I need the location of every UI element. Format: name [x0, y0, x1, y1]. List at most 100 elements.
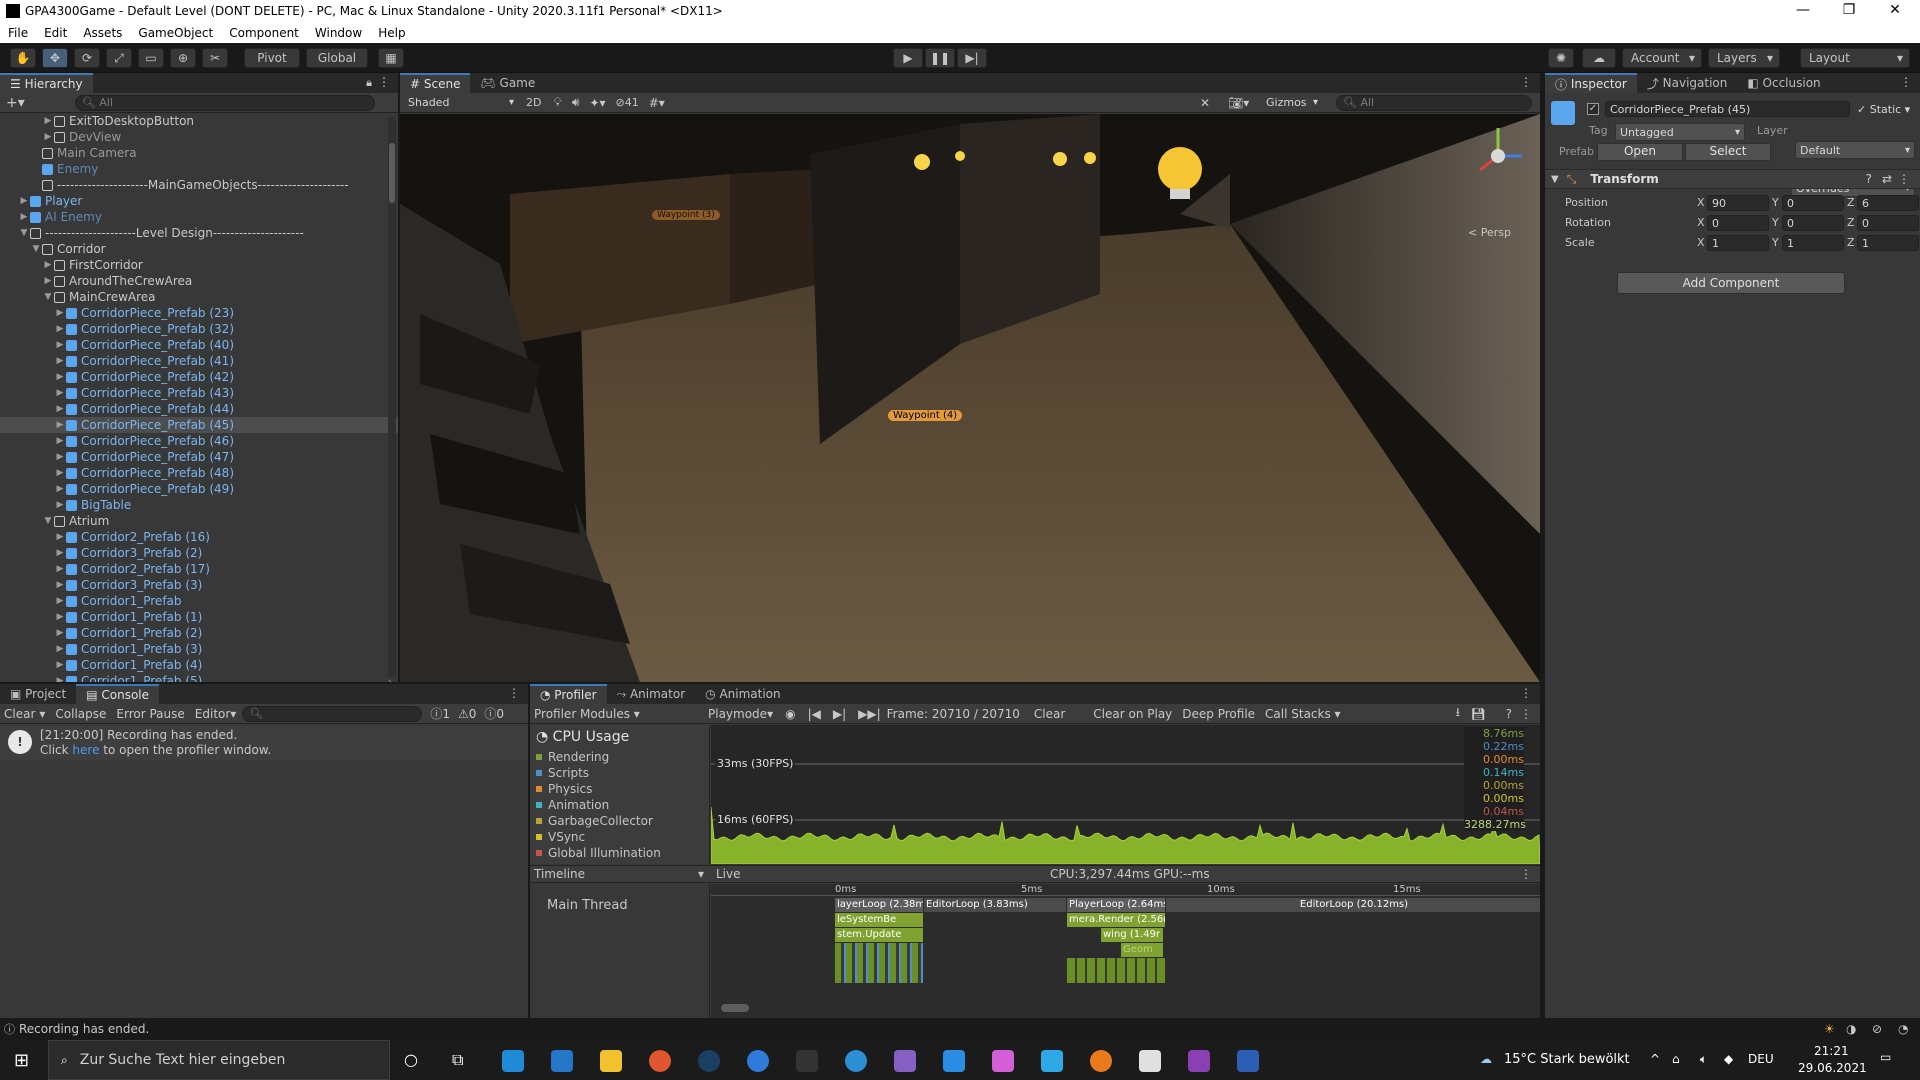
kebab-menu-icon[interactable]: ⋮ [1520, 686, 1532, 700]
tab-animator[interactable]: ⤳ Animator [607, 684, 696, 704]
axis-label-y[interactable]: Y [1772, 236, 1779, 249]
layout-dropdown[interactable]: Layout ▾ [1800, 48, 1910, 68]
chevron-down-icon[interactable]: ▾ [39, 707, 45, 721]
epic-games-icon[interactable] [796, 1050, 818, 1072]
expand-arrow-icon[interactable]: ▶ [54, 612, 66, 622]
timeline-bar[interactable]: wing (1.49r [1101, 928, 1163, 942]
axis-label-x[interactable]: X [1697, 216, 1705, 229]
expand-arrow-icon[interactable]: ▶ [18, 212, 30, 222]
origin-icon[interactable] [649, 1050, 671, 1072]
hierarchy-item[interactable]: ▶CorridorPiece_Prefab (41)› [0, 353, 398, 369]
deep-profile-toggle[interactable]: Deep Profile [1182, 707, 1255, 721]
expand-arrow-icon[interactable]: ▶ [54, 308, 66, 318]
file-explorer-icon[interactable] [600, 1050, 622, 1072]
expand-arrow-icon[interactable]: ▶ [54, 628, 66, 638]
audio-icon[interactable]: 🔊︎ [572, 95, 580, 110]
tools-icon[interactable]: ✕ [1200, 96, 1210, 110]
timeline-bar[interactable]: stem.Update [835, 928, 923, 942]
save-icon[interactable]: 💾︎ [1471, 707, 1486, 721]
axis-label-x[interactable]: X [1697, 236, 1705, 249]
hierarchy-item[interactable]: ▶Player› [0, 193, 398, 209]
task-view-icon[interactable]: ⧉ [452, 1050, 463, 1070]
hierarchy-item[interactable]: ▶ ExitToDesktopButton [0, 113, 398, 129]
tray-expand-icon[interactable]: ^ [1650, 1052, 1660, 1066]
menu-component[interactable]: Component [221, 26, 307, 40]
hierarchy-item[interactable]: ▶Corridor1_Prefab (1)› [0, 609, 398, 625]
blender-icon[interactable] [1090, 1050, 1112, 1072]
tab-inspector[interactable]: ⓘ Inspector [1545, 73, 1637, 93]
menu-file[interactable]: File [0, 26, 36, 40]
effects-icon[interactable]: ✦▾ [589, 96, 605, 110]
timeline-bar[interactable]: Geom [1121, 943, 1163, 957]
prefab-select-button[interactable]: Select [1685, 143, 1771, 161]
hierarchy-item[interactable]: ▶CorridorPiece_Prefab (43)› [0, 385, 398, 401]
hierarchy-item[interactable]: ▶Corridor1_Prefab (3)› [0, 641, 398, 657]
axis-label-z[interactable]: Z [1847, 196, 1855, 209]
hierarchy-item[interactable]: ▶CorridorPiece_Prefab (45)› [0, 417, 398, 433]
tab-hierarchy[interactable]: ☰ Hierarchy [0, 73, 93, 93]
cloud-icon[interactable]: ☁ [1582, 48, 1616, 68]
transform-z-field[interactable]: 1 [1857, 235, 1919, 251]
volume-icon[interactable]: 🔈︎ [1700, 1052, 1707, 1067]
expand-arrow-icon[interactable]: ▶ [54, 324, 66, 334]
projection-label[interactable]: < Persp [1468, 226, 1511, 239]
hidden-objects-toggle[interactable]: ⊘41 [616, 96, 639, 109]
hierarchy-item[interactable]: Main Camera [0, 145, 398, 161]
expand-arrow-icon[interactable]: ▶ [54, 484, 66, 494]
move-tool-icon[interactable]: ✥ [42, 48, 68, 68]
transform-header[interactable]: ▼ ⤡ Transform ? ⇄ ⋮ [1545, 169, 1920, 189]
timeline-bar[interactable]: PlayerLoop (2.64ms) [1067, 898, 1165, 912]
kebab-menu-icon[interactable]: ⋮ [1520, 867, 1532, 881]
hierarchy-item[interactable]: ▶ DevView [0, 129, 398, 145]
hierarchy-item[interactable]: ▶ AroundTheCrewArea [0, 273, 398, 289]
affinity-designer-icon[interactable] [992, 1050, 1014, 1072]
cpu-legend-item[interactable]: Physics [536, 781, 592, 797]
unity-icon[interactable] [1139, 1050, 1161, 1072]
hierarchy-item[interactable]: ▶Corridor2_Prefab (16)› [0, 529, 398, 545]
tag-dropdown[interactable]: Untagged [1615, 123, 1745, 141]
account-dropdown[interactable]: Account ▾ [1622, 48, 1702, 68]
live-toggle[interactable]: Live [716, 867, 741, 881]
notifications-icon[interactable]: ▭ [1880, 1050, 1891, 1064]
menu-assets[interactable]: Assets [75, 26, 130, 40]
timeline-bar[interactable]: EditorLoop (20.12ms) [1166, 898, 1540, 912]
toggle-2d-button[interactable]: 2D [526, 96, 541, 109]
expand-arrow-icon[interactable]: ▶ [18, 196, 30, 206]
hierarchy-item[interactable]: ▶AI Enemy› [0, 209, 398, 225]
cpu-legend-item[interactable]: Rendering [536, 749, 609, 765]
current-frame-icon[interactable]: ▶▶| [858, 707, 881, 721]
menu-window[interactable]: Window [307, 26, 370, 40]
cpu-legend-item[interactable]: GarbageCollector [536, 813, 653, 829]
menu-edit[interactable]: Edit [36, 26, 75, 40]
cpu-legend-item[interactable]: Global Illumination [536, 845, 661, 861]
timeline-h-scrollbar[interactable] [721, 1004, 749, 1012]
weather-text[interactable]: 15°C Stark bewölkt [1504, 1052, 1630, 1067]
timeline-view-dropdown[interactable]: Timeline [534, 867, 585, 881]
windows-start-icon[interactable]: ⊞ [14, 1050, 29, 1071]
preset-icon[interactable]: ⇄ [1882, 172, 1892, 186]
grid-snap-icon[interactable]: ▦ [378, 48, 404, 68]
tab-game[interactable]: 🎮︎ Game [470, 73, 545, 93]
expand-arrow-icon[interactable]: ▶ [54, 356, 66, 366]
expand-arrow-icon[interactable]: ▶ [54, 452, 66, 462]
expand-arrow-icon[interactable]: ▶ [54, 420, 66, 430]
expand-arrow-icon[interactable]: ▶ [54, 436, 66, 446]
hierarchy-item[interactable]: ▶Corridor1_Prefab (2)› [0, 625, 398, 641]
hierarchy-item[interactable]: ▼ ---------------------Level Design------… [0, 225, 398, 241]
console-log-entry[interactable]: ! [21:20:00] Recording has ended. Click … [0, 726, 528, 760]
console-search-input[interactable]: 🔍︎ [242, 705, 423, 722]
expand-arrow-icon[interactable]: ▶ [54, 564, 66, 574]
active-checkbox[interactable]: ✓ [1587, 103, 1599, 115]
cpu-legend-item[interactable]: VSync [536, 829, 585, 845]
cpu-usage-chart[interactable]: 33ms (30FPS) 16ms (60FPS) 8.76ms 0.22ms 0.… [710, 725, 1540, 865]
expand-arrow-icon[interactable]: ▶ [42, 260, 54, 270]
pivot-toggle[interactable]: Pivot [244, 48, 300, 68]
cortana-icon[interactable]: ○ [404, 1050, 418, 1069]
transform-z-field[interactable]: 0 [1857, 215, 1919, 231]
tab-profiler[interactable]: ◔ Profiler [530, 684, 607, 704]
kebab-menu-icon[interactable]: ⋮ [1520, 707, 1532, 721]
log-count-toggle[interactable]: ⓘ1 [430, 705, 450, 722]
word-icon[interactable] [1237, 1050, 1259, 1072]
transform-tool-icon[interactable]: ⊕ [170, 48, 196, 68]
expand-arrow-icon[interactable]: ▼ [42, 292, 54, 302]
